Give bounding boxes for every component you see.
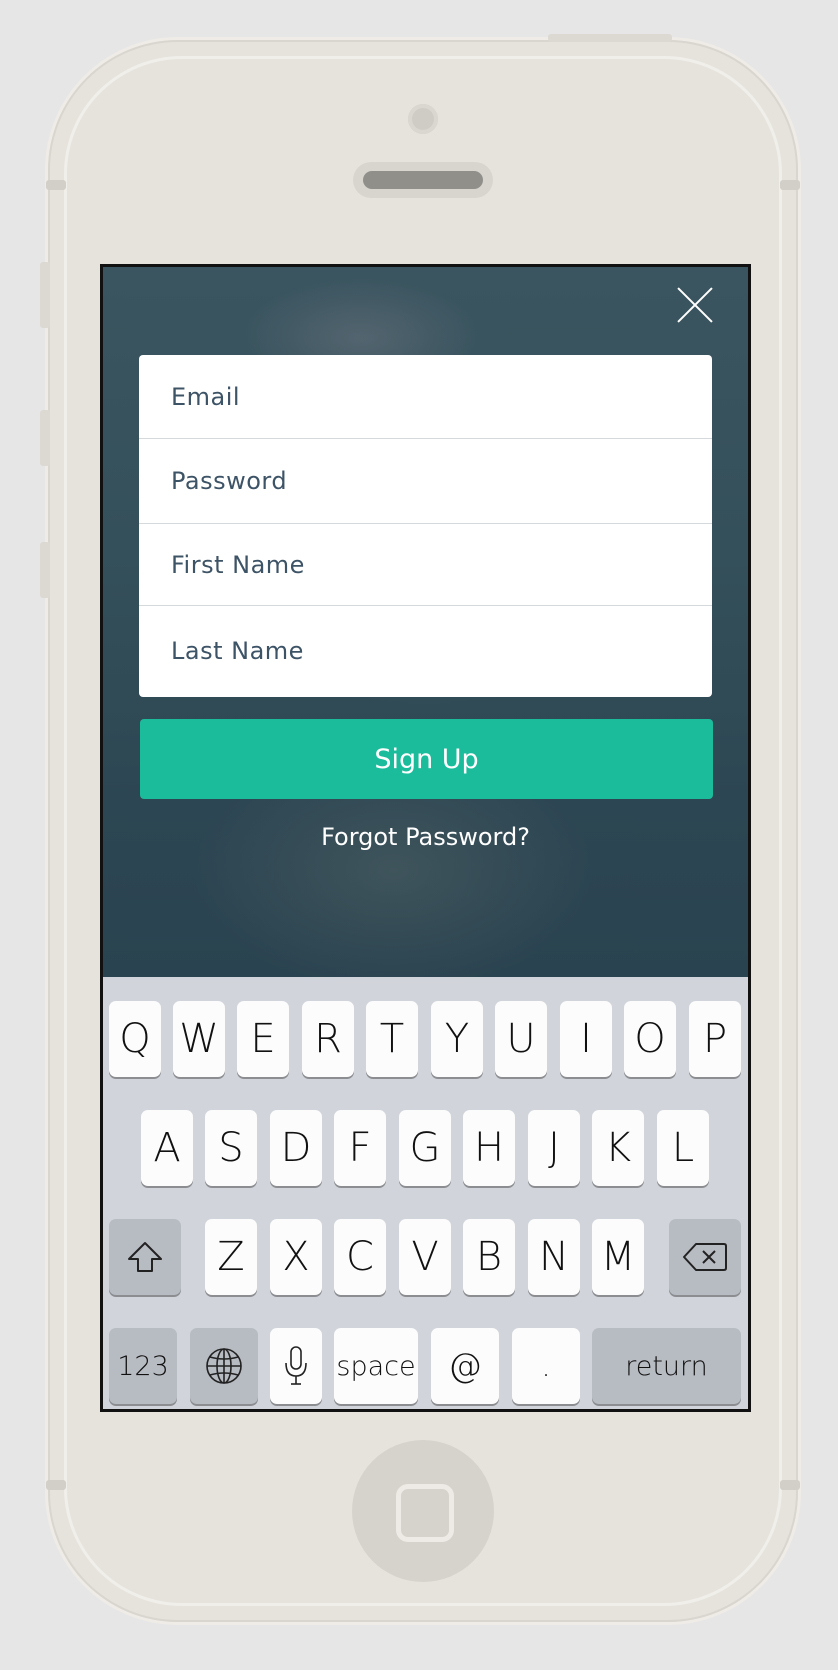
delete-key[interactable] [669, 1219, 741, 1295]
key-j[interactable]: J [528, 1110, 580, 1186]
key-k[interactable]: K [592, 1110, 644, 1186]
key-p[interactable]: P [689, 1001, 741, 1077]
mute-switch [40, 262, 50, 328]
earpiece-speaker [353, 162, 493, 198]
close-icon[interactable] [675, 285, 715, 325]
return-key[interactable]: return [592, 1328, 741, 1404]
key-g[interactable]: G [399, 1110, 451, 1186]
shift-key[interactable] [109, 1219, 181, 1295]
key-t[interactable]: T [366, 1001, 418, 1077]
password-field-row [139, 439, 712, 524]
front-camera [408, 104, 438, 134]
first-name-field[interactable] [169, 549, 712, 580]
volume-up-button [40, 410, 50, 466]
key-o[interactable]: O [624, 1001, 676, 1077]
globe-key[interactable] [190, 1328, 258, 1404]
shift-icon [128, 1242, 162, 1272]
email-field-row [139, 355, 712, 439]
key-y[interactable]: Y [431, 1001, 483, 1077]
first-name-field-row [139, 524, 712, 606]
sign-up-button[interactable]: Sign Up [140, 719, 713, 799]
numbers-key[interactable]: 123 [109, 1328, 177, 1404]
key-w[interactable]: W [173, 1001, 225, 1077]
key-x[interactable]: X [270, 1219, 322, 1295]
antenna-band [46, 180, 66, 190]
period-key[interactable]: . [512, 1328, 580, 1404]
volume-down-button [40, 542, 50, 598]
speaker-grille [363, 171, 483, 189]
at-key[interactable]: @ [431, 1328, 499, 1404]
home-square-icon [396, 1484, 454, 1542]
last-name-field[interactable] [169, 636, 712, 666]
key-h[interactable]: H [463, 1110, 515, 1186]
home-button[interactable] [352, 1440, 494, 1582]
globe-icon [206, 1348, 242, 1384]
key-n[interactable]: N [528, 1219, 580, 1295]
phone-screen: Sign Up Forgot Password? Q W E R T Y U I… [100, 264, 751, 1412]
key-e[interactable]: E [237, 1001, 289, 1077]
antenna-band [780, 180, 800, 190]
key-r[interactable]: R [302, 1001, 354, 1077]
antenna-band [46, 1480, 66, 1490]
email-field[interactable] [169, 381, 712, 412]
power-button [548, 34, 672, 42]
key-f[interactable]: F [334, 1110, 386, 1186]
last-name-field-row [139, 606, 712, 696]
key-u[interactable]: U [495, 1001, 547, 1077]
key-m[interactable]: M [592, 1219, 644, 1295]
key-q[interactable]: Q [109, 1001, 161, 1077]
key-a[interactable]: A [141, 1110, 193, 1186]
key-z[interactable]: Z [205, 1219, 257, 1295]
key-l[interactable]: L [657, 1110, 709, 1186]
password-field[interactable] [169, 466, 712, 496]
antenna-band [780, 1480, 800, 1490]
backspace-icon [683, 1243, 727, 1271]
keyboard: Q W E R T Y U I O P A S D F G H J K L Z … [103, 977, 748, 1409]
key-d[interactable]: D [270, 1110, 322, 1186]
microphone-icon [285, 1346, 307, 1385]
space-key[interactable]: space [334, 1328, 418, 1404]
key-s[interactable]: S [205, 1110, 257, 1186]
key-v[interactable]: V [399, 1219, 451, 1295]
key-i[interactable]: I [560, 1001, 612, 1077]
signup-form [139, 355, 712, 697]
dictation-key[interactable] [270, 1328, 322, 1404]
key-c[interactable]: C [334, 1219, 386, 1295]
forgot-password-link[interactable]: Forgot Password? [103, 823, 748, 851]
key-b[interactable]: B [463, 1219, 515, 1295]
